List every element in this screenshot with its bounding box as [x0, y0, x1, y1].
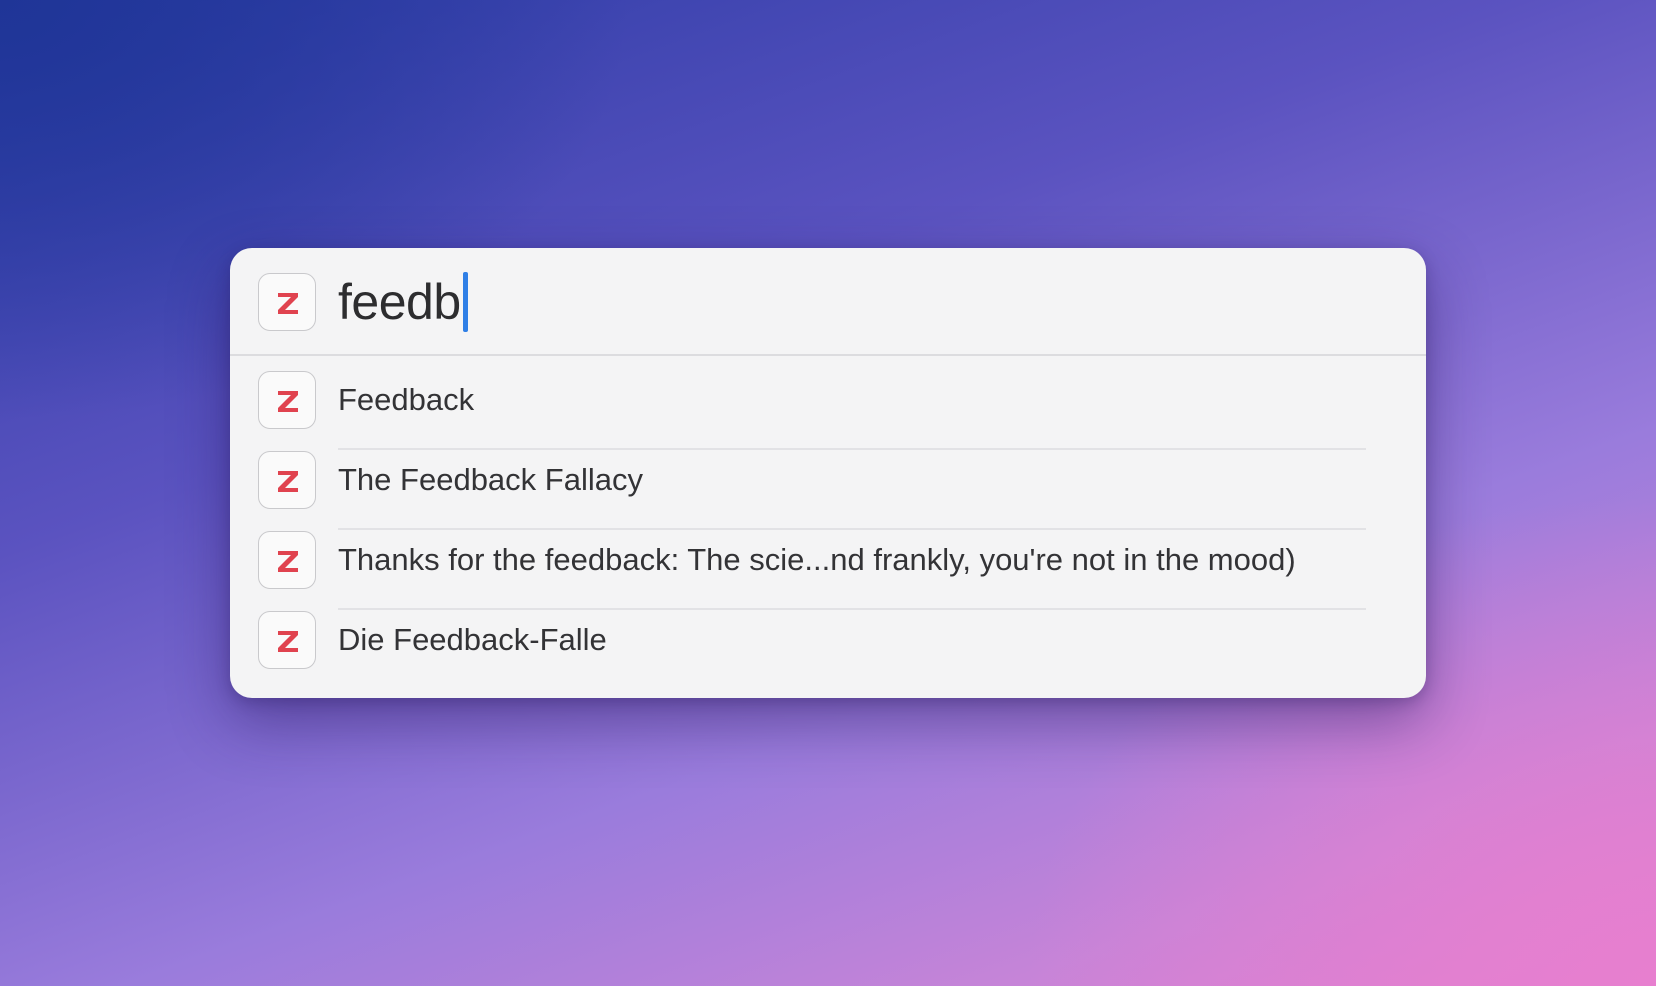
zotero-app-icon	[258, 451, 316, 509]
result-item-label: Thanks for the feedback: The scie...nd f…	[338, 542, 1296, 577]
zotero-app-icon	[258, 531, 316, 589]
zotero-app-icon	[258, 371, 316, 429]
result-item[interactable]: Feedback	[230, 360, 1426, 440]
command-palette: feedb Feedback The Feedback Fallacy Than…	[230, 248, 1426, 698]
search-bar[interactable]: feedb	[230, 248, 1426, 356]
zotero-z-icon	[278, 471, 298, 492]
zotero-z-icon	[278, 391, 298, 412]
zotero-app-icon	[258, 273, 316, 331]
zotero-z-icon	[278, 631, 298, 652]
search-query-text: feedb	[338, 274, 461, 330]
search-input[interactable]: feedb	[338, 270, 468, 334]
text-caret	[462, 272, 468, 332]
zotero-z-icon	[278, 293, 298, 314]
result-item-label: Feedback	[338, 382, 475, 417]
result-item[interactable]: The Feedback Fallacy	[230, 440, 1426, 520]
result-item-label: The Feedback Fallacy	[338, 462, 643, 497]
result-item[interactable]: Die Feedback-Falle	[230, 600, 1426, 680]
zotero-z-icon	[278, 551, 298, 572]
result-item-label: Die Feedback-Falle	[338, 622, 607, 657]
zotero-app-icon	[258, 611, 316, 669]
result-item[interactable]: Thanks for the feedback: The scie...nd f…	[230, 520, 1426, 600]
